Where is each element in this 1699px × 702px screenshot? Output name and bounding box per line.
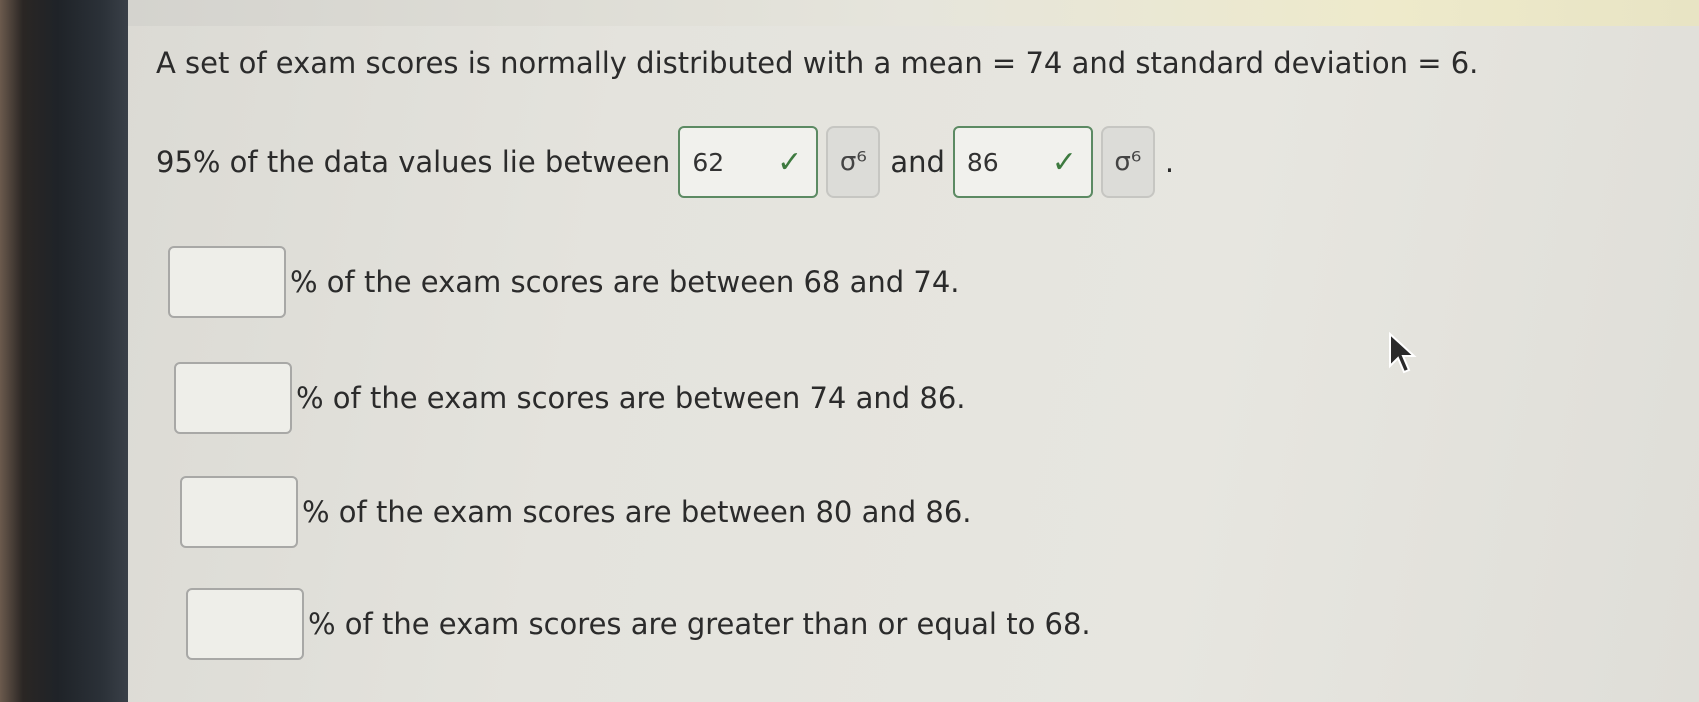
sigma-button[interactable]: σ⁶ bbox=[826, 126, 881, 198]
blank-row: % of the exam scores are between 80 and … bbox=[180, 476, 972, 548]
percent-input[interactable] bbox=[174, 362, 292, 434]
sigma-button[interactable]: σ⁶ bbox=[1100, 126, 1155, 198]
percent-input[interactable] bbox=[168, 246, 286, 318]
second-value-text: 86 bbox=[966, 147, 999, 177]
percent-input[interactable] bbox=[186, 588, 304, 660]
question-prompt: A set of exam scores is normally distrib… bbox=[156, 46, 1479, 80]
monitor-bezel-top bbox=[128, 0, 1699, 26]
second-value-input[interactable]: 86 ✓ bbox=[952, 126, 1093, 198]
answered-row: 95% of the data values lie between 62 ✓ … bbox=[156, 126, 1174, 198]
blank-row-text: % of the exam scores are between 74 and … bbox=[296, 381, 966, 415]
blank-row: % of the exam scores are between 74 and … bbox=[174, 362, 966, 434]
mouse-cursor-icon bbox=[1389, 332, 1417, 374]
blank-row-text: % of the exam scores are greater than or… bbox=[308, 607, 1091, 641]
blank-row-text: % of the exam scores are between 80 and … bbox=[302, 495, 972, 529]
and-text: and bbox=[890, 145, 945, 179]
blank-row: % of the exam scores are between 68 and … bbox=[168, 246, 960, 318]
monitor-bezel-left bbox=[0, 0, 128, 702]
blank-row: % of the exam scores are greater than or… bbox=[186, 588, 1091, 660]
answered-row-lead-text: 95% of the data values lie between bbox=[156, 145, 671, 179]
percent-input[interactable] bbox=[180, 476, 298, 548]
blank-row-text: % of the exam scores are between 68 and … bbox=[290, 265, 960, 299]
check-icon: ✓ bbox=[1051, 144, 1077, 180]
first-value-input[interactable]: 62 ✓ bbox=[678, 126, 819, 198]
period-text: . bbox=[1164, 145, 1175, 179]
first-value-text: 62 bbox=[692, 147, 725, 177]
check-icon: ✓ bbox=[777, 144, 803, 180]
sigma-icon: σ⁶ bbox=[1114, 147, 1142, 177]
sigma-icon: σ⁶ bbox=[839, 147, 867, 177]
